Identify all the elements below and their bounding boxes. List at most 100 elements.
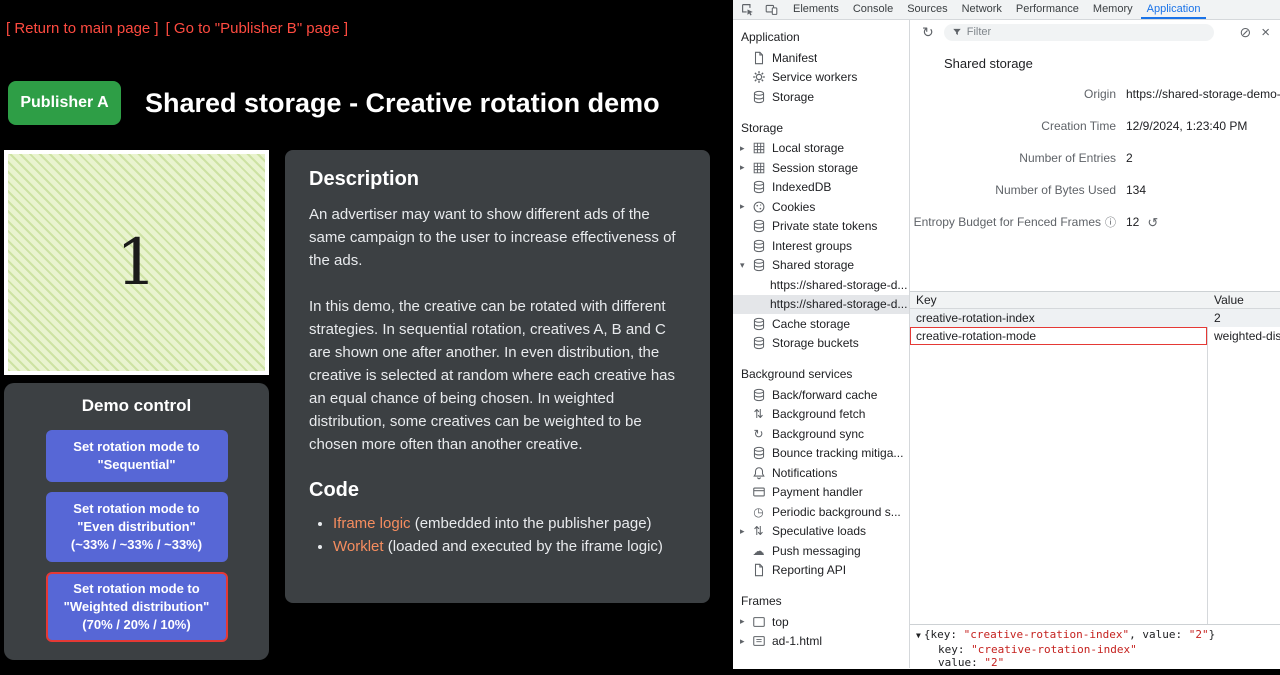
devtools-window: ElementsConsoleSourcesNetworkPerformance… — [733, 0, 1280, 669]
metadata-value: 2 — [1126, 151, 1133, 165]
sidebar-section-header[interactable]: Storage — [733, 118, 909, 139]
sidebar-item-back-forward-cache[interactable]: Back/forward cache — [733, 385, 909, 405]
sidebar-item-private-state-tokens[interactable]: Private state tokens — [733, 217, 909, 237]
top-links: [ Return to main page ] [ Go to "Publishe… — [6, 20, 355, 37]
chevron-right-icon[interactable]: ▸ — [740, 143, 751, 154]
sidebar-item-label: Local storage — [772, 141, 844, 155]
sidebar-item-local-storage[interactable]: ▸ Local storage — [733, 139, 909, 159]
chevron-down-icon[interactable]: ▾ — [740, 260, 751, 271]
go-to-publisher-b-page-link[interactable]: [ Go to "Publisher B" page ] — [166, 20, 348, 37]
table-row-creative-rotation-mode[interactable]: creative-rotation-modeweighted-dist — [910, 327, 1280, 345]
sidebar-item-cookies[interactable]: ▸Cookies — [733, 197, 909, 217]
chevron-right-icon[interactable]: ▸ — [740, 636, 751, 647]
iframe-logic-link[interactable]: Iframe logic — [333, 515, 411, 532]
sidebar-item-https-shared-storage-d[interactable]: https://shared-storage-d... — [733, 275, 909, 295]
code-heading: Code — [309, 479, 686, 502]
publisher-page: [ Return to main page ] [ Go to "Publishe… — [0, 0, 733, 675]
sidebar-item-label: Storage buckets — [772, 336, 859, 350]
metadata-label: Origin — [910, 87, 1116, 101]
expand-triangle-icon[interactable]: ▼ — [916, 631, 921, 640]
cell-value: 2 — [1207, 309, 1280, 327]
column-header-key[interactable]: Key — [910, 292, 1207, 308]
tab-elements[interactable]: Elements — [787, 0, 845, 19]
db-icon — [751, 258, 766, 273]
sidebar-item-periodic-background-s[interactable]: ◷Periodic background s... — [733, 502, 909, 522]
reset-budget-icon[interactable]: ↺ — [1147, 216, 1158, 229]
devtools-tabs: ElementsConsoleSourcesNetworkPerformance… — [787, 0, 1208, 19]
chevron-right-icon[interactable]: ▸ — [740, 162, 751, 173]
preview-text: } — [1209, 628, 1216, 641]
tab-performance[interactable]: Performance — [1010, 0, 1085, 19]
code-item-text: (loaded and executed by the iframe logic… — [384, 538, 663, 555]
toggle-device-toolbar-icon[interactable] — [763, 0, 780, 19]
db-icon — [751, 316, 766, 331]
sidebar-section-header[interactable]: Application — [733, 27, 909, 48]
db-icon — [751, 446, 766, 461]
db-icon — [751, 238, 766, 253]
sidebar-section-header[interactable]: Background services — [733, 364, 909, 385]
sidebar-item-label: https://shared-storage-d... — [770, 278, 907, 292]
sidebar-item-notifications[interactable]: Notifications — [733, 463, 909, 483]
sidebar-item-session-storage[interactable]: ▸Session storage — [733, 158, 909, 178]
button-label-line: "Even distribution" — [52, 518, 222, 536]
sidebar-item-label: Service workers — [772, 70, 857, 84]
rotation-mode-button-1[interactable]: Set rotation mode to"Sequential" — [46, 430, 228, 482]
table-row-creative-rotation-index[interactable]: creative-rotation-index2 — [910, 309, 1280, 327]
filter-input[interactable]: Filter — [944, 24, 1214, 41]
frame-icon — [751, 614, 766, 629]
tab-application[interactable]: Application — [1141, 0, 1207, 19]
sidebar-item-storage-buckets[interactable]: Storage buckets — [733, 334, 909, 354]
sidebar-item-interest-groups[interactable]: Interest groups — [733, 236, 909, 256]
column-header-value[interactable]: Value — [1207, 292, 1280, 308]
sidebar-item-bounce-tracking-mitiga[interactable]: Bounce tracking mitiga... — [733, 444, 909, 464]
preview-prop-name: value: — [938, 656, 984, 668]
sidebar-item-cache-storage[interactable]: Cache storage — [733, 314, 909, 334]
tab-network[interactable]: Network — [956, 0, 1008, 19]
chevron-right-icon[interactable]: ▸ — [740, 201, 751, 212]
cell-key: creative-rotation-index — [910, 309, 1207, 327]
metadata-view: Originhttps://shared-storage-demo-coCrea… — [910, 78, 1280, 238]
chevron-right-icon[interactable]: ▸ — [740, 616, 751, 627]
rotation-mode-button-2[interactable]: Set rotation mode to"Even distribution"(… — [46, 492, 228, 562]
sidebar-item-ad-1-html[interactable]: ▸ad-1.html — [733, 632, 909, 652]
sidebar-item-top[interactable]: ▸top — [733, 612, 909, 632]
button-label-line: (70% / 20% / 10%) — [52, 616, 222, 634]
metadata-value: 134 — [1126, 183, 1146, 197]
sidebar-item-payment-handler[interactable]: Payment handler — [733, 483, 909, 503]
preview-string: "creative-rotation-index" — [964, 628, 1130, 641]
sidebar-section-header[interactable]: Frames — [733, 591, 909, 612]
sidebar-item-reporting-api[interactable]: Reporting API — [733, 561, 909, 581]
sidebar-item-speculative-loads[interactable]: ▸⇅Speculative loads — [733, 522, 909, 542]
sidebar-item-storage[interactable]: Storage — [733, 87, 909, 107]
return-to-main-page-link[interactable]: [ Return to main page ] — [6, 20, 159, 37]
sidebar-item-manifest[interactable]: Manifest — [733, 48, 909, 68]
description-heading: Description — [309, 168, 686, 191]
button-label-line: "Sequential" — [52, 456, 222, 474]
sidebar-item-https-shared-storage-d[interactable]: https://shared-storage-d... — [733, 295, 909, 315]
sidebar-section-frames: Frames▸top▸ad-1.html — [733, 591, 909, 651]
sidebar-item-push-messaging[interactable]: ☁Push messaging — [733, 541, 909, 561]
sidebar-item-background-sync[interactable]: ↻Background sync — [733, 424, 909, 444]
button-label-line: Set rotation mode to — [52, 500, 222, 518]
info-icon[interactable]: ⓘ — [1105, 217, 1116, 229]
sidebar-item-indexeddb[interactable]: IndexedDB — [733, 178, 909, 198]
sidebar-item-service-workers[interactable]: Service workers — [733, 68, 909, 88]
preview-prop-value: "2" — [984, 656, 1004, 668]
tab-console[interactable]: Console — [847, 0, 899, 19]
delete-all-icon[interactable]: ⊘ — [1240, 25, 1252, 39]
description-paragraph: An advertiser may want to show different… — [309, 203, 686, 272]
sidebar-item-background-fetch[interactable]: ⇅Background fetch — [733, 405, 909, 425]
rotation-mode-button-3[interactable]: Set rotation mode to"Weighted distributi… — [46, 572, 228, 642]
gear-icon — [751, 70, 766, 85]
db-icon — [751, 89, 766, 104]
framedoc-icon — [751, 634, 766, 649]
tab-memory[interactable]: Memory — [1087, 0, 1139, 19]
worklet-link[interactable]: Worklet — [333, 538, 384, 555]
ad-creative-frame[interactable]: 1 — [4, 150, 269, 375]
chevron-right-icon[interactable]: ▸ — [740, 526, 751, 537]
inspect-element-icon[interactable] — [739, 0, 756, 19]
tab-sources[interactable]: Sources — [901, 0, 953, 19]
refresh-icon[interactable]: ↻ — [922, 25, 934, 39]
sidebar-item-shared-storage[interactable]: ▾Shared storage — [733, 256, 909, 276]
close-icon[interactable]: × — [1261, 25, 1270, 40]
